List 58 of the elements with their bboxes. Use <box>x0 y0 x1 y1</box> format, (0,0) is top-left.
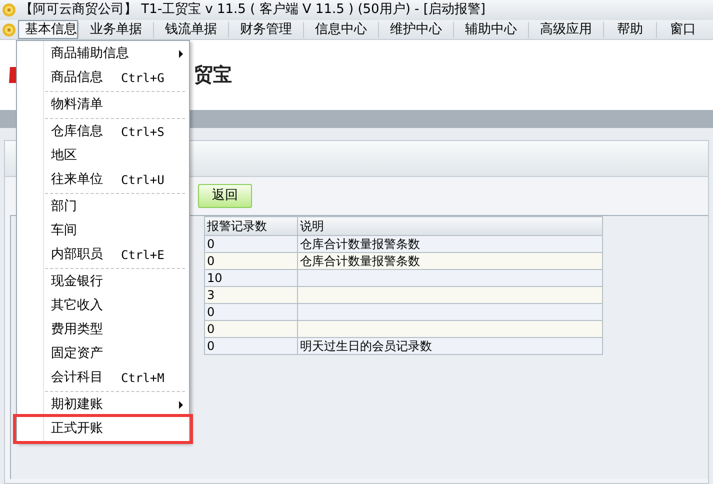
shortcut-text: Ctrl+M <box>121 370 164 387</box>
table-cell: 明天过生日的会员记录数 <box>298 338 602 354</box>
menu-item-label: 期初建账 <box>51 396 104 414</box>
menu-item[interactable]: 仓库信息 Ctrl+S <box>17 120 189 144</box>
menu-item-label: 地区 <box>51 147 78 166</box>
column-header: 报警记录数 <box>204 216 298 236</box>
table-cell: 0 <box>204 338 298 354</box>
app-icon <box>2 3 16 17</box>
menu-item-label: 会计科目 <box>51 369 104 388</box>
menu-bar-item[interactable]: 业务单据 <box>79 20 153 39</box>
shortcut-text: Ctrl+G <box>121 70 164 87</box>
shortcut-text: Ctrl+U <box>121 172 164 189</box>
menu-bar-item[interactable]: 钱流单据 <box>154 20 228 39</box>
menu-item[interactable]: 物料清单 <box>17 93 189 117</box>
menu-item-label: 仓库信息 <box>51 123 104 142</box>
window-title: 【阿可云商贸公司】 T1-工贸宝 v 11.5 ( 客户端 V 11.5 ) (50用户) - [启动报警] <box>20 1 486 20</box>
menu-item-label: 商品辅助信息 <box>51 45 129 64</box>
menu-item-label: 内部职员 <box>51 246 104 264</box>
menu-item-label: 往来单位 <box>51 171 104 190</box>
menu-item-label: 部门 <box>51 198 78 216</box>
menu-bar-item[interactable]: 信息中心 <box>304 20 378 39</box>
back-button[interactable]: 返回 <box>198 184 252 208</box>
menu-item[interactable]: 会计科目 Ctrl+M <box>17 366 189 390</box>
menu-item[interactable]: 期初建账 <box>17 393 189 417</box>
menu-bar-item[interactable]: 高级应用 <box>529 20 603 39</box>
menu-item-label: 车间 <box>51 222 78 240</box>
menu-bar-item[interactable]: 辅助中心 <box>454 20 528 39</box>
menu-item[interactable]: 费用类型 <box>17 318 189 342</box>
menu-item[interactable]: 车间 <box>17 219 189 243</box>
menu-item[interactable]: 商品辅助信息 <box>17 42 189 66</box>
menu-item[interactable]: 往来单位 Ctrl+U <box>17 168 189 192</box>
column-header: 说明 <box>298 216 602 236</box>
menu-item[interactable]: 内部职员 Ctrl+E <box>17 243 189 267</box>
menu-item-label: 其它收入 <box>51 297 104 316</box>
menu-item-label: 物料清单 <box>51 96 104 114</box>
menu-bar-item[interactable]: 财务管理 <box>229 20 303 39</box>
menu-icon[interactable] <box>2 22 16 36</box>
submenu-arrow-icon <box>179 401 183 409</box>
menu-item-label: 固定资产 <box>51 345 104 364</box>
menu-item[interactable]: 部门 <box>17 195 189 219</box>
menu-bar-item[interactable]: 基本信息 <box>18 20 78 39</box>
menu-item-label: 商品信息 <box>51 69 104 88</box>
menu-bar-item[interactable]: 帮助 <box>604 20 656 39</box>
menu-item[interactable]: 现金银行 <box>17 270 189 294</box>
menu-item-label: 费用类型 <box>51 321 104 340</box>
menu-bar-item[interactable]: 维护中心 <box>379 20 453 39</box>
menu-item[interactable]: 其它收入 <box>17 294 189 318</box>
shortcut-text: Ctrl+E <box>121 247 164 264</box>
menu-item[interactable]: 固定资产 <box>17 342 189 366</box>
submenu-arrow-icon <box>179 50 183 58</box>
menu-item[interactable]: 商品信息 Ctrl+G <box>17 66 189 90</box>
menu-item-label: 正式开账 <box>51 420 104 438</box>
menu-item[interactable]: 正式开账 <box>16 417 190 441</box>
menu-item-label: 现金银行 <box>51 273 104 292</box>
menu-bar-item[interactable]: 窗口 <box>657 20 709 39</box>
shortcut-text: Ctrl+S <box>121 124 164 141</box>
menu-item[interactable]: 地区 <box>17 144 189 168</box>
logo-text: 贸宝 <box>194 62 232 88</box>
